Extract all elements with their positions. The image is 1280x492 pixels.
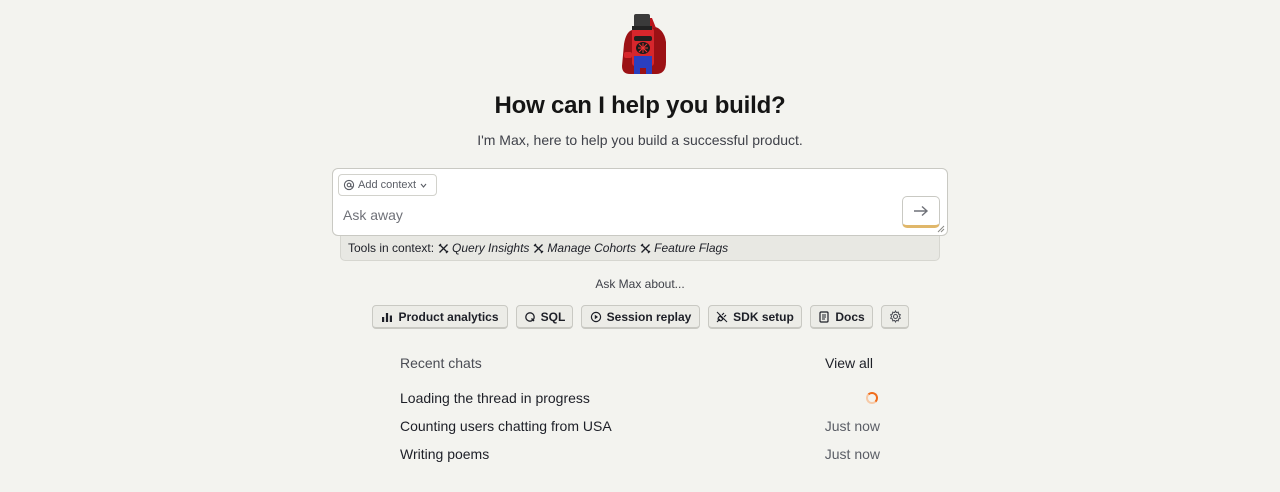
suggestion-label: Docs (835, 309, 865, 324)
chevron-down-icon (420, 183, 427, 188)
chat-title: Writing poems (400, 446, 490, 462)
suggestion-session-replay[interactable]: Session replay (581, 305, 700, 329)
tool-query-insights: Query Insights (438, 241, 529, 255)
recent-chat-item[interactable]: Writing poems Just now (400, 444, 880, 464)
tools-icon (640, 243, 651, 253)
suggestion-docs[interactable]: Docs (810, 305, 873, 329)
settings-button[interactable] (881, 305, 909, 329)
loading-spinner-icon (866, 392, 878, 404)
tool-manage-cohorts: Manage Cohorts (533, 241, 636, 255)
recent-chat-item[interactable]: Loading the thread in progress (400, 388, 880, 408)
add-context-label: Add context (358, 179, 417, 191)
tools-icon (533, 243, 544, 253)
bar-chart-icon (382, 312, 393, 322)
ask-input[interactable] (343, 205, 883, 225)
at-sign-icon (343, 179, 355, 191)
chat-timestamp: Just now (824, 418, 880, 434)
arrow-right-icon (914, 205, 929, 217)
tool-name: Manage Cohorts (547, 241, 637, 255)
suggestion-sql[interactable]: SQL (516, 305, 573, 329)
tools-icon (438, 243, 449, 253)
plug-icon (716, 311, 728, 322)
add-context-button[interactable]: Add context (338, 174, 438, 196)
tool-name: Query Insights (452, 241, 530, 255)
resize-handle-icon[interactable] (937, 225, 945, 233)
suggestion-sdk-setup[interactable]: SDK setup (708, 305, 802, 329)
max-mascot-icon (622, 14, 666, 74)
ask-about-label: Ask Max about... (595, 277, 685, 291)
chat-input-box: Add context (332, 168, 948, 236)
page-title: How can I help you build? (494, 92, 786, 119)
suggestion-label: SDK setup (733, 309, 794, 324)
tools-prefix: Tools in context: (348, 241, 435, 255)
chat-timestamp: Just now (824, 446, 880, 462)
tool-feature-flags: Feature Flags (640, 241, 728, 255)
replay-icon (590, 311, 601, 322)
chat-title: Loading the thread in progress (400, 390, 590, 406)
send-button[interactable] (902, 196, 940, 228)
suggestion-label: SQL (540, 309, 566, 324)
gear-icon (889, 310, 901, 323)
tool-name: Feature Flags (654, 241, 729, 255)
page-subtitle: I'm Max, here to help you build a succes… (477, 132, 803, 148)
view-all-link[interactable]: View all (825, 355, 873, 371)
chat-title: Counting users chatting from USA (400, 418, 612, 434)
book-icon (819, 310, 829, 323)
hog-ql-icon (524, 311, 535, 322)
suggestion-label: Product analytics (398, 309, 499, 324)
suggestion-label: Session replay (606, 309, 692, 324)
suggestion-product-analytics[interactable]: Product analytics (372, 305, 508, 329)
tools-in-context-bar: Tools in context: Query Insights Manage … (340, 236, 940, 261)
recent-chats-heading: Recent chats (400, 355, 482, 371)
recent-chat-item[interactable]: Counting users chatting from USA Just no… (400, 416, 880, 436)
